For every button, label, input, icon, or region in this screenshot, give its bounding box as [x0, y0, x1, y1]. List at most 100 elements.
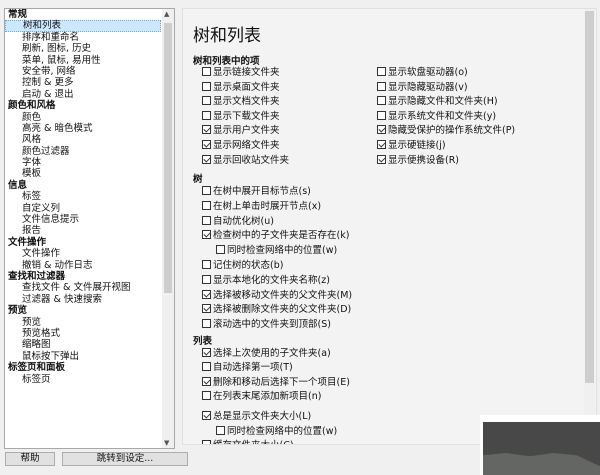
checkbox-option[interactable]: 显示链接文件夹 [202, 66, 280, 79]
checkbox-unchecked-icon[interactable] [377, 67, 386, 76]
checkbox-checked-icon[interactable] [202, 125, 211, 135]
checkbox-unchecked-icon[interactable] [202, 362, 211, 372]
checkbox-unchecked-icon[interactable] [202, 96, 211, 106]
tree-item[interactable]: 颜色过滤器 [5, 146, 161, 157]
checkbox-checked-icon[interactable] [202, 230, 211, 240]
checkbox-option[interactable]: 缓存文件夹大小(C) [202, 439, 294, 444]
tree-category[interactable]: 标签页和面板 [5, 362, 161, 373]
checkbox-option[interactable]: 显示系统文件和文件夹(y) [377, 110, 496, 123]
checkbox-checked-icon[interactable] [202, 289, 211, 299]
checkbox-option[interactable]: 在树上单击时展开节点(x) [202, 200, 321, 213]
checkbox-option[interactable]: 同时检查网络中的位置(w) [216, 425, 337, 438]
checkbox-option[interactable]: 在列表末尾添加新项目(n) [202, 390, 321, 403]
checkbox-checked-icon[interactable] [202, 140, 211, 149]
tree-item[interactable]: 控制 & 更多 [5, 77, 161, 88]
tree-item[interactable]: 撤销 & 动作日志 [5, 260, 161, 271]
checkbox-unchecked-icon[interactable] [377, 81, 386, 91]
checkbox-unchecked-icon[interactable] [202, 274, 211, 284]
checkbox-checked-icon[interactable] [202, 411, 211, 421]
tree-item[interactable]: 字体 [5, 157, 161, 168]
tree-item[interactable]: 标签页 [5, 374, 161, 385]
scroll-up-icon[interactable]: ▲ [164, 10, 169, 18]
tree-item[interactable]: 树和列表 [5, 20, 161, 32]
tree-item[interactable]: 查找文件 & 文件展开视图 [5, 282, 161, 293]
checkbox-checked-icon[interactable] [202, 154, 211, 164]
tree-item[interactable]: 菜单, 鼠标, 易用性 [5, 55, 161, 66]
checkbox-option[interactable]: 显示硬链接(j) [377, 139, 446, 152]
tree-item[interactable]: 刷新, 图标, 历史 [5, 43, 161, 54]
checkbox-unchecked-icon[interactable] [202, 81, 211, 91]
checkbox-option[interactable]: 总是显示文件夹大小(L) [202, 410, 311, 423]
tree-category[interactable]: 文件操作 [5, 237, 161, 248]
checkbox-option[interactable]: 显示文档文件夹 [202, 95, 280, 108]
tree-item[interactable]: 文件操作 [5, 248, 161, 259]
checkbox-option[interactable]: 显示软盘驱动器(o) [377, 66, 468, 79]
tree-item[interactable]: 缩略图 [5, 339, 161, 350]
checkbox-option[interactable]: 显示下载文件夹 [202, 110, 280, 123]
checkbox-option[interactable]: 记住树的状态(b) [202, 259, 283, 272]
tree-category[interactable]: 预览 [5, 305, 161, 316]
tree-item[interactable]: 风格 [5, 134, 161, 145]
tree-item[interactable]: 标签 [5, 191, 161, 202]
checkbox-unchecked-icon[interactable] [216, 425, 225, 435]
checkbox-option[interactable]: 显示回收站文件夹 [202, 154, 289, 167]
checkbox-option[interactable]: 自动优化树(u) [202, 215, 274, 228]
tree-item[interactable]: 自定义列 [5, 203, 161, 214]
checkbox-option[interactable]: 选择被移动文件夹的父文件夹(M) [202, 289, 352, 302]
checkbox-option[interactable]: 显示隐藏驱动器(v) [377, 81, 468, 94]
checkbox-unchecked-icon[interactable] [202, 186, 211, 195]
checkbox-unchecked-icon[interactable] [202, 260, 211, 269]
goto-setting-button[interactable]: 跳转到设定... [62, 452, 188, 466]
tree-item[interactable]: 预览 [5, 317, 161, 328]
checkbox-unchecked-icon[interactable] [202, 110, 211, 120]
tree-item[interactable]: 排序和重命名 [5, 32, 161, 43]
checkbox-option[interactable]: 自动选择第一项(T) [202, 361, 293, 374]
checkbox-option[interactable]: 在树中展开目标节点(s) [202, 185, 311, 198]
checkbox-unchecked-icon[interactable] [202, 200, 211, 210]
checkbox-unchecked-icon[interactable] [202, 67, 211, 76]
checkbox-unchecked-icon[interactable] [377, 96, 386, 106]
panel-scrollbar[interactable] [584, 9, 595, 444]
checkbox-option[interactable]: 滚动选中的文件夹到顶部(S) [202, 318, 331, 331]
checkbox-option[interactable]: 同时检查网络中的位置(w) [216, 244, 337, 257]
tree-category[interactable]: 信息 [5, 180, 161, 191]
checkbox-checked-icon[interactable] [202, 348, 211, 357]
checkbox-checked-icon[interactable] [202, 376, 211, 386]
checkbox-option[interactable]: 显示隐藏文件和文件夹(H) [377, 95, 498, 108]
tree-item[interactable]: 安全带, 网络 [5, 66, 161, 77]
checkbox-option[interactable]: 选择被删除文件夹的父文件夹(D) [202, 303, 351, 316]
tree-item[interactable]: 鼠标按下弹出 [5, 351, 161, 362]
scroll-down-icon[interactable]: ▼ [164, 439, 169, 447]
tree-item[interactable]: 高亮 & 暗色模式 [5, 123, 161, 134]
checkbox-option[interactable]: 删除和移动后选择下一个项目(E) [202, 376, 350, 389]
checkbox-option[interactable]: 选择上次使用的子文件夹(a) [202, 347, 331, 360]
checkbox-option[interactable]: 显示便携设备(R) [377, 154, 459, 167]
checkbox-option[interactable]: 显示网络文件夹 [202, 139, 280, 152]
checkbox-option[interactable]: 检查树中的子文件夹是否存在(k) [202, 229, 349, 242]
checkbox-unchecked-icon[interactable] [202, 390, 211, 400]
checkbox-checked-icon[interactable] [202, 304, 211, 314]
checkbox-unchecked-icon[interactable] [202, 319, 211, 329]
checkbox-checked-icon[interactable] [377, 125, 386, 135]
tree-item[interactable]: 文件信息提示 [5, 214, 161, 225]
checkbox-unchecked-icon[interactable] [202, 215, 211, 225]
tree-category[interactable]: 查找和过滤器 [5, 271, 161, 282]
tree-item[interactable]: 报告 [5, 225, 161, 236]
checkbox-unchecked-icon[interactable] [216, 245, 225, 255]
tree-item[interactable]: 模板 [5, 168, 161, 179]
sidebar-scrollbar[interactable]: ▲ ▼ [162, 9, 174, 448]
checkbox-unchecked-icon[interactable] [202, 439, 211, 444]
checkbox-checked-icon[interactable] [377, 154, 386, 164]
help-button[interactable]: 帮助 [5, 452, 55, 466]
tree-item[interactable]: 过滤器 & 快速搜索 [5, 294, 161, 305]
checkbox-unchecked-icon[interactable] [377, 110, 386, 120]
checkbox-option[interactable]: 显示桌面文件夹 [202, 81, 280, 94]
checkbox-option[interactable]: 隐藏受保护的操作系统文件(P) [377, 124, 515, 137]
tree-item[interactable]: 预览格式 [5, 328, 161, 339]
checkbox-option[interactable]: 显示用户文件夹 [202, 124, 280, 137]
tree-category[interactable]: 颜色和风格 [5, 100, 161, 111]
settings-tree[interactable]: 常规 树和列表 排序和重命名 刷新, 图标, 历史 菜单, 鼠标, 易用性 安全带, 网络… [4, 8, 175, 449]
checkbox-checked-icon[interactable] [377, 140, 386, 149]
tree-category[interactable]: 常规 [5, 9, 161, 20]
tree-item[interactable]: 颜色 [5, 112, 161, 123]
